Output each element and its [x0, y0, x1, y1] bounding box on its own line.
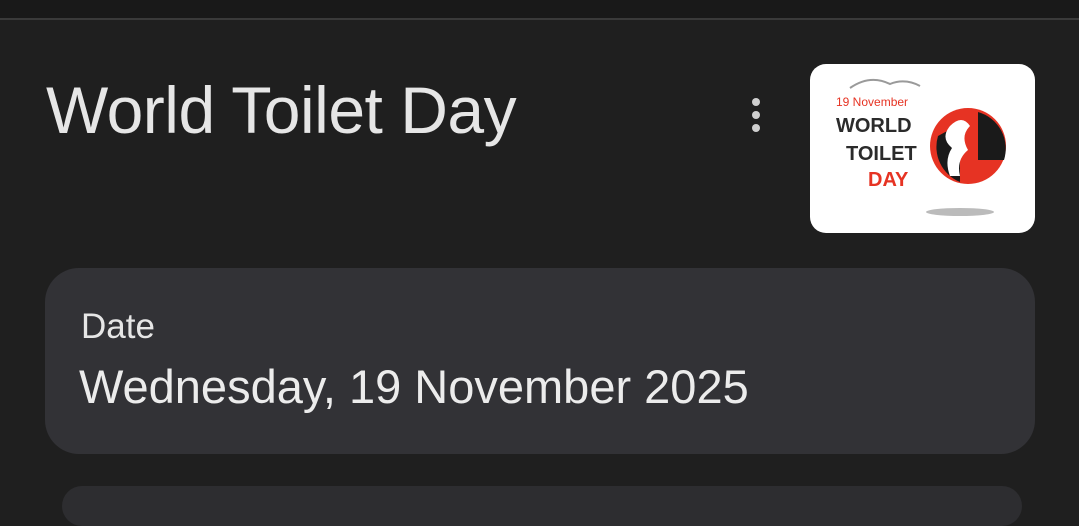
- date-label: Date: [81, 307, 155, 346]
- date-value: Wednesday, 19 November 2025: [79, 360, 749, 413]
- logo-line-2: TOILET: [846, 143, 917, 165]
- logo-date-text: 19 November: [836, 95, 908, 109]
- next-card-partial: [62, 486, 1022, 526]
- event-title: World Toilet Day: [46, 73, 517, 147]
- status-bar-edge: [0, 0, 1079, 20]
- more-options-button[interactable]: [734, 90, 778, 140]
- more-vert-icon: [752, 98, 760, 132]
- date-card: Date Wednesday, 19 November 2025: [45, 268, 1035, 454]
- logo-line-1: WORLD: [836, 115, 912, 137]
- event-thumbnail[interactable]: 19 November WORLD TOILET DAY: [810, 64, 1035, 233]
- world-toilet-day-logo: 19 November WORLD TOILET DAY: [836, 78, 1006, 216]
- logo-line-3: DAY: [868, 169, 909, 191]
